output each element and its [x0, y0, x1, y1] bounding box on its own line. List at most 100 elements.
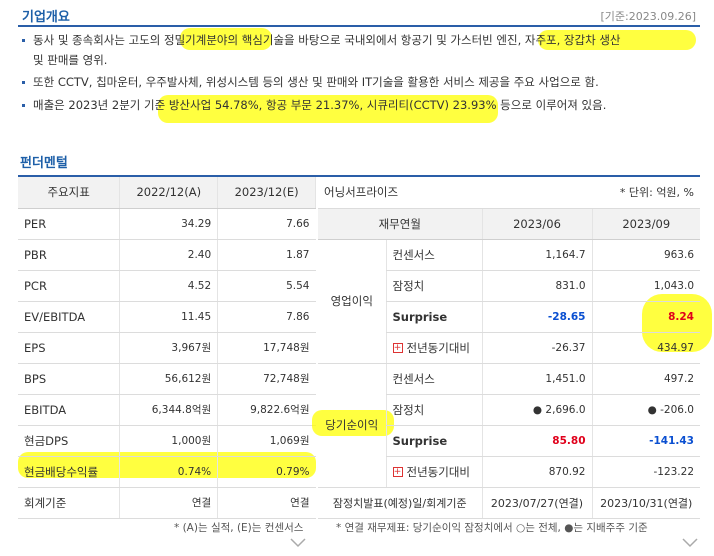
- title-row: 어닝서프라이즈 * 단위: 억원, %: [318, 177, 700, 209]
- row-label: PCR: [18, 270, 121, 302]
- cell-value: 2023/10/31(연결): [591, 487, 700, 519]
- row-label: 현금배당수익률: [18, 456, 121, 488]
- row-label: EPS: [18, 332, 121, 364]
- filled-circle-icon: ●: [532, 403, 546, 416]
- table-row: EBITDA 6,344.8억원 9,822.6억원: [18, 394, 316, 426]
- cell-value: 497.2: [591, 363, 700, 395]
- header-cell: 주요지표: [18, 177, 121, 209]
- overview-date: [기준:2023.09.26]: [600, 10, 696, 23]
- right-table-note: * 연결 재무제표: 당기순이익 잠정치에서 ○는 전체, ●는 지배주주 기준: [336, 522, 648, 534]
- cell-value: ● -206.0: [591, 394, 700, 426]
- row-label: 회계기준: [18, 487, 121, 519]
- row-label: PBR: [18, 239, 121, 271]
- table-row: 현금배당수익률 0.74% 0.79%: [18, 456, 316, 488]
- row-label: 컨센서스: [385, 363, 482, 395]
- cell-value: -141.43: [591, 425, 700, 457]
- overview-bullet-1-cont: 및 판매를 영위.: [33, 53, 108, 67]
- cell-value: 17,748원: [217, 332, 316, 364]
- earnings-surprise-title: 어닝서프라이즈: [318, 177, 592, 209]
- overview-divider: [18, 25, 700, 27]
- row-label: EBITDA: [18, 394, 121, 426]
- row-label-expandable[interactable]: + 전년동기대비: [385, 456, 482, 488]
- row-label: BPS: [18, 363, 121, 395]
- cell-value: ● 2,696.0: [481, 394, 592, 426]
- row-label-expandable[interactable]: + 전년동기대비: [385, 332, 482, 364]
- cell-value: 85.80: [481, 425, 592, 457]
- cell-value: 72,748원: [217, 363, 316, 395]
- row-label: Surprise: [385, 301, 482, 333]
- chevron-down-icon[interactable]: [290, 536, 306, 552]
- cell-value: 5.54: [217, 270, 316, 302]
- fundamental-title: 펀더멘털: [20, 156, 68, 171]
- row-label: 잠정치발표(예정)일/회계기준: [318, 487, 482, 519]
- table-row: 회계기준 연결 연결: [18, 487, 316, 519]
- cell-value: 1,000원: [119, 425, 219, 457]
- unit-label: * 단위: 억원, %: [592, 177, 700, 209]
- table-row: 당기순이익 컨센서스 1,451.0 497.2: [318, 363, 700, 488]
- table-row: BPS 56,612원 72,748원: [18, 363, 316, 395]
- cell-value: 34.29: [119, 208, 219, 240]
- table-row: 영업이익 컨센서스 1,164.7 963.6: [318, 239, 700, 364]
- cell-value: 2.40: [119, 239, 219, 271]
- cell-value: 963.6: [591, 239, 700, 271]
- cell-value: 3,967원: [119, 332, 219, 364]
- row-label: 현금DPS: [18, 425, 121, 457]
- header-cell: 재무연월: [318, 208, 482, 240]
- cell-value: 434.97: [591, 332, 700, 364]
- header-cell: 2023/06: [481, 208, 592, 240]
- fundamental-indicators-table: 주요지표 2022/12(A) 2023/12(E) PER 34.29 7.66 …: [18, 177, 316, 519]
- chevron-down-icon[interactable]: [682, 536, 698, 552]
- overview-bullet-1: 동사 및 종속회사는 고도의 정밀기계분야의 핵심기술을 바탕으로 국내외에서 …: [22, 30, 712, 50]
- cell-value: 870.92: [481, 456, 592, 488]
- cell-value: -123.22: [591, 456, 700, 488]
- cell-value: 0.74%: [119, 456, 219, 488]
- row-label: PER: [18, 208, 121, 240]
- cell-value: 2023/07/27(연결): [481, 487, 592, 519]
- cell-value: 연결: [217, 487, 316, 519]
- earnings-surprise-table: 어닝서프라이즈 * 단위: 억원, % 재무연월 2023/06 2023/09…: [318, 177, 700, 519]
- cell-value: 0.79%: [217, 456, 316, 488]
- row-label: 컨센서스: [385, 239, 482, 271]
- cell-value: 56,612원: [119, 363, 219, 395]
- row-label-text: 전년동기대비: [406, 464, 470, 479]
- table-header-row: 재무연월 2023/06 2023/09: [318, 208, 700, 240]
- row-label: 잠정치: [385, 394, 482, 426]
- cell-value: 831.0: [481, 270, 592, 302]
- table-row: PBR 2.40 1.87: [18, 239, 316, 271]
- table-row: EPS 3,967원 17,748원: [18, 332, 316, 364]
- header-cell: 2023/12(E): [217, 177, 316, 209]
- overview-title: 기업개요: [22, 10, 70, 25]
- cell-value: 8.24: [591, 301, 700, 333]
- table-header-row: 주요지표 2022/12(A) 2023/12(E): [18, 177, 316, 209]
- table-row: 잠정치발표(예정)일/회계기준 2023/07/27(연결) 2023/10/3…: [318, 487, 700, 519]
- header-cell: 2022/12(A): [119, 177, 219, 209]
- cell-value: 7.86: [217, 301, 316, 333]
- cell-value: 4.52: [119, 270, 219, 302]
- cell-value: 7.66: [217, 208, 316, 240]
- overview-bullet-3: 매출은 2023년 2분기 기준 방산사업 54.78%, 항공 부문 21.3…: [22, 95, 606, 115]
- row-label: Surprise: [385, 425, 482, 457]
- cell-value: 1,164.7: [481, 239, 592, 271]
- filled-circle-icon: ●: [647, 403, 661, 416]
- row-label-text: 전년동기대비: [406, 340, 470, 355]
- cell-value: 1,043.0: [591, 270, 700, 302]
- cell-value: 11.45: [119, 301, 219, 333]
- table-row: 현금DPS 1,000원 1,069원: [18, 425, 316, 457]
- header-cell: 2023/09: [591, 208, 700, 240]
- table-row: PCR 4.52 5.54: [18, 270, 316, 302]
- expand-plus-icon[interactable]: +: [392, 343, 403, 353]
- cell-value: -28.65: [481, 301, 592, 333]
- group-operating-profit: 영업이익: [318, 239, 386, 364]
- cell-value: 1,451.0: [481, 363, 592, 395]
- table-row: EV/EBITDA 11.45 7.86: [18, 301, 316, 333]
- left-table-note: * (A)는 실적, (E)는 컨센서스: [174, 522, 304, 534]
- group-net-income: 당기순이익: [318, 363, 386, 488]
- overview-bullet-2: 또한 CCTV, 칩마운터, 우주발사체, 위성시스템 등의 생산 및 판매와 …: [22, 72, 599, 92]
- cell-value: 6,344.8억원: [119, 394, 219, 426]
- row-label: EV/EBITDA: [18, 301, 121, 333]
- cell-value: -26.37: [481, 332, 592, 364]
- table-row: PER 34.29 7.66: [18, 208, 316, 240]
- cell-value: 연결: [119, 487, 219, 519]
- expand-plus-icon[interactable]: +: [392, 467, 403, 477]
- row-label: 잠정치: [385, 270, 482, 302]
